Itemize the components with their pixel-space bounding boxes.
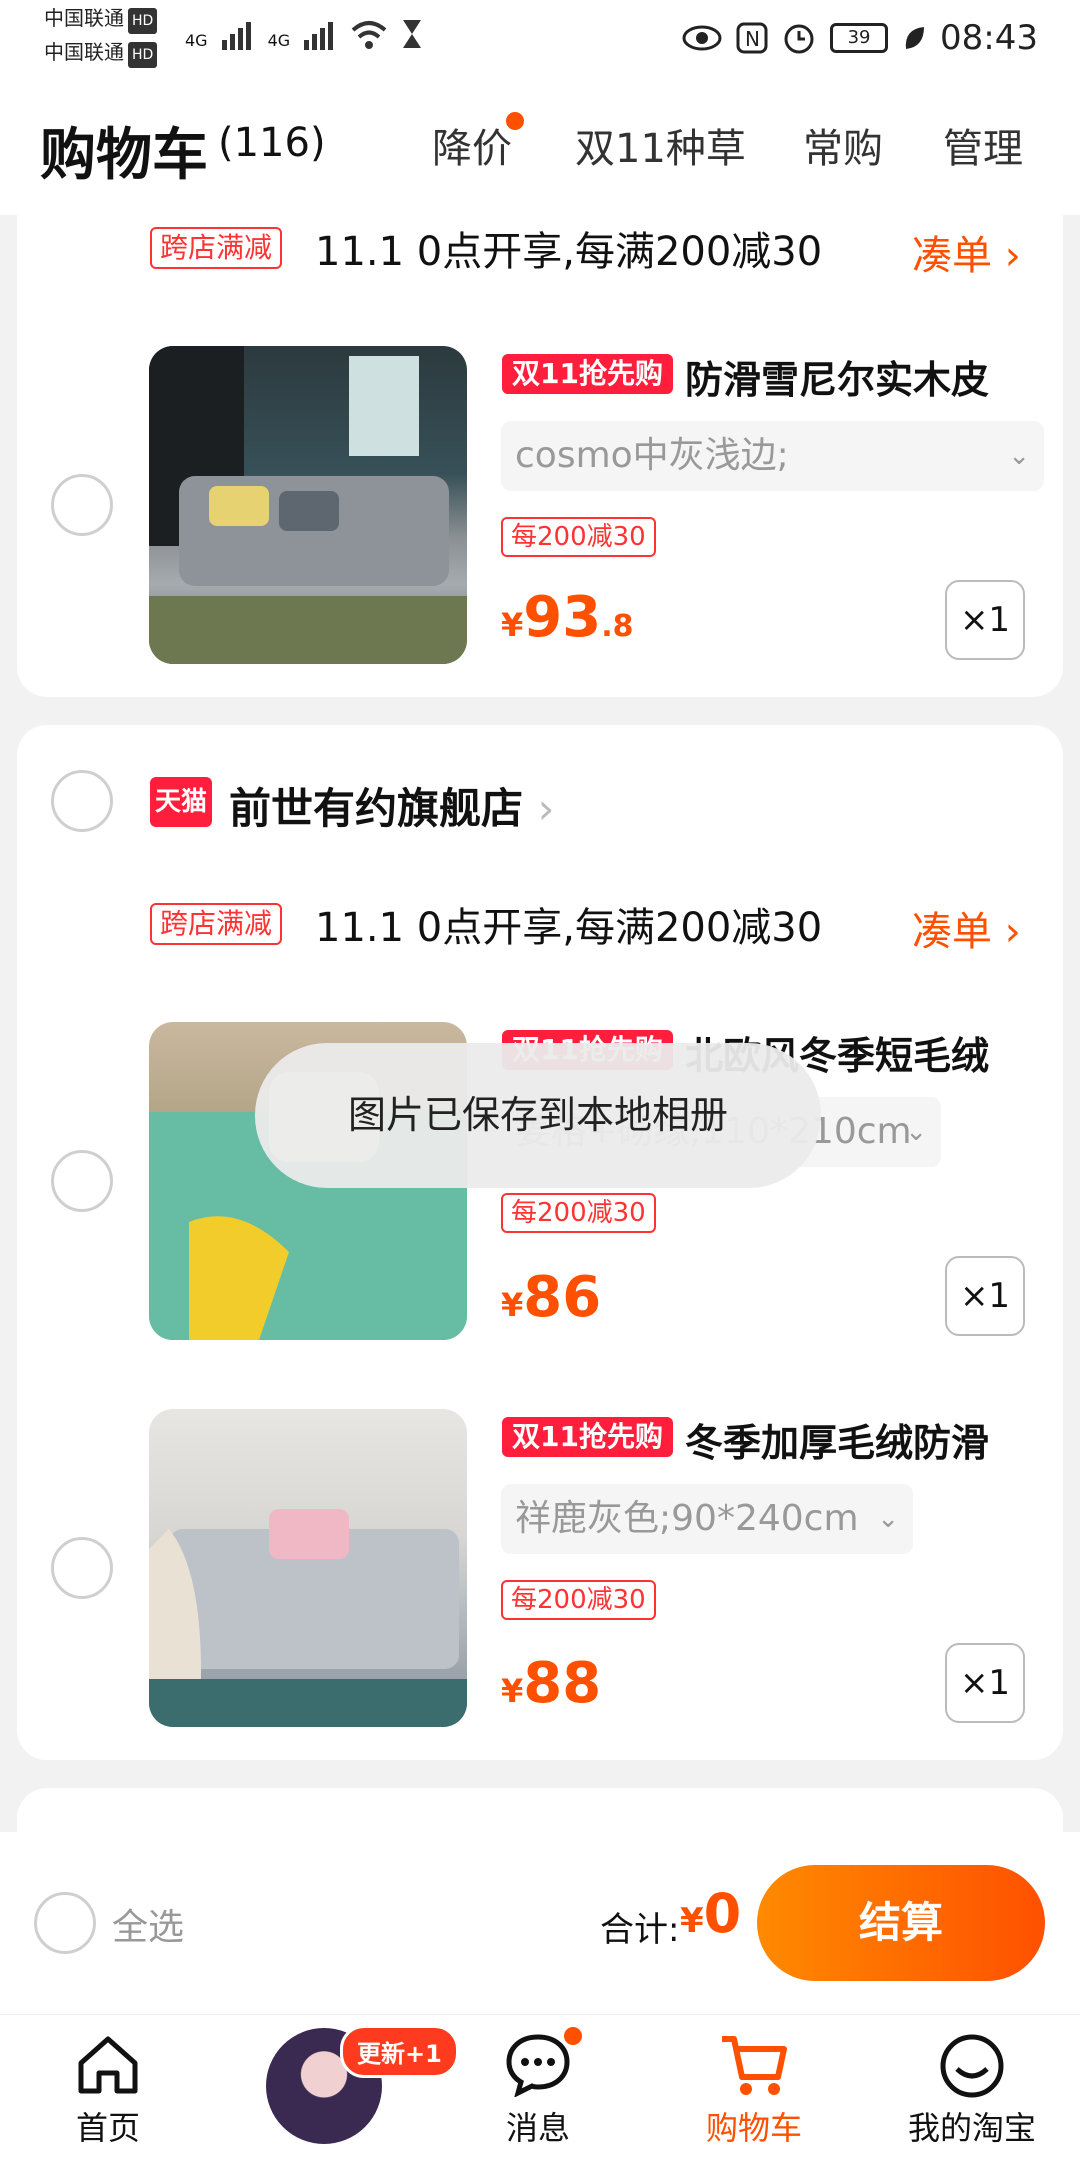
cart-store-card: 跨店满减 11.1 0点开享,每满200减30 凑单 › 双11抢先购 防滑雪尼… bbox=[17, 215, 1063, 697]
discount-tag: 每200减30 bbox=[501, 1193, 656, 1233]
item-checkbox[interactable] bbox=[51, 1537, 113, 1599]
cart-header: 购物车 (116) 降价 双11种草 常购 管理 bbox=[0, 80, 1080, 215]
discount-tag: 每200减30 bbox=[501, 1580, 656, 1620]
status-right: N 39 08:43 bbox=[682, 18, 1038, 58]
tab-manage[interactable]: 管理 bbox=[943, 116, 1023, 174]
product-name[interactable]: 冬季加厚毛绒防滑 bbox=[685, 1412, 989, 1467]
notification-dot bbox=[506, 112, 524, 130]
item-checkbox[interactable] bbox=[51, 474, 113, 536]
quantity-stepper[interactable]: ×1 bbox=[945, 1643, 1025, 1723]
product-price: ¥93.8 bbox=[501, 585, 634, 650]
wifi-icon bbox=[351, 21, 387, 49]
addon-link[interactable]: 凑单 › bbox=[912, 223, 1021, 281]
quantity-stepper[interactable]: ×1 bbox=[945, 580, 1025, 660]
nav-messages-label: 消息 bbox=[505, 2109, 570, 2147]
promo-text: 11.1 0点开享,每满200减30 bbox=[315, 905, 823, 951]
product-price: ¥86 bbox=[501, 1265, 602, 1330]
tmall-badge: 天猫 bbox=[150, 777, 212, 827]
store-checkbox[interactable] bbox=[51, 770, 113, 832]
nav-cart[interactable]: 购物车 bbox=[674, 2015, 834, 2160]
nav-cart-label: 购物车 bbox=[705, 2109, 802, 2147]
promo-badge: 双11抢先购 bbox=[502, 354, 673, 394]
addon-link[interactable]: 凑单 › bbox=[912, 899, 1021, 957]
carrier-2: 中国联通 HD bbox=[44, 40, 158, 68]
home-icon bbox=[78, 2036, 138, 2094]
total-value: ¥0 bbox=[680, 1882, 742, 1945]
promo-tag: 跨店满减 bbox=[150, 227, 283, 269]
svg-text:N: N bbox=[745, 27, 760, 51]
cart-icon bbox=[722, 2036, 787, 2095]
carrier-1: 中国联通 HD bbox=[44, 6, 158, 34]
cart-count: (116) bbox=[218, 120, 326, 166]
chevron-down-icon: ⌄ bbox=[905, 1117, 927, 1147]
alarm-icon bbox=[784, 24, 814, 54]
status-bar: 中国联通 HD 中国联通 HD 4G 4G N 39 08:43 bbox=[0, 0, 1080, 80]
nav-home-label: 首页 bbox=[75, 2109, 140, 2147]
tab-price-drop[interactable]: 降价 bbox=[432, 116, 512, 174]
chevron-down-icon: ⌄ bbox=[877, 1504, 899, 1534]
signal-icons: 4G 4G bbox=[185, 18, 424, 50]
toast-message: 图片已保存到本地相册 bbox=[255, 1043, 821, 1188]
page-title: 购物车 bbox=[40, 123, 208, 188]
product-price: ¥88 bbox=[501, 1651, 602, 1716]
eye-icon bbox=[682, 25, 722, 51]
leaf-icon bbox=[905, 27, 925, 49]
chevron-down-icon: ⌄ bbox=[1008, 441, 1030, 471]
promo-text: 11.1 0点开享,每满200减30 bbox=[315, 229, 823, 275]
sku-selector[interactable]: 祥鹿灰色;90*240cm ⌄ bbox=[501, 1484, 913, 1554]
discount-tag: 每200减30 bbox=[501, 517, 656, 557]
message-dot bbox=[564, 2027, 582, 2045]
item-checkbox[interactable] bbox=[51, 1150, 113, 1212]
store-name[interactable]: 前世有约旗舰店 › bbox=[229, 775, 554, 836]
checkout-bar: 全选 合计: ¥0 结算 bbox=[0, 1832, 1080, 2014]
battery-icon: 39 bbox=[830, 23, 889, 53]
product-name[interactable]: 防滑雪尼尔实木皮 bbox=[685, 349, 989, 404]
tab-frequent[interactable]: 常购 bbox=[803, 116, 883, 174]
checkout-button[interactable]: 结算 bbox=[757, 1865, 1045, 1981]
sku-selector[interactable]: cosmo中灰浅边; ⌄ bbox=[501, 421, 1044, 491]
nav-home[interactable]: 首页 bbox=[28, 2015, 188, 2160]
chat-icon bbox=[506, 2034, 570, 2097]
select-all-checkbox[interactable] bbox=[34, 1892, 96, 1954]
hourglass-icon bbox=[403, 20, 422, 48]
signal-icon bbox=[221, 22, 251, 50]
smile-icon bbox=[940, 2034, 1004, 2098]
total-label: 合计: bbox=[600, 1910, 680, 1950]
quantity-stepper[interactable]: ×1 bbox=[945, 1256, 1025, 1336]
nav-my-taobao[interactable]: 我的淘宝 bbox=[892, 2015, 1052, 2160]
promo-badge: 双11抢先购 bbox=[502, 1417, 673, 1457]
product-image[interactable] bbox=[149, 1409, 467, 1727]
signal-4g-label: 4G bbox=[185, 31, 208, 50]
signal-icon-2 bbox=[304, 22, 334, 50]
signal-4g-label-2: 4G bbox=[267, 31, 291, 50]
update-badge: 更新+1 bbox=[340, 2025, 459, 2078]
nav-messages[interactable]: 消息 bbox=[458, 2015, 618, 2160]
nav-my-taobao-label: 我的淘宝 bbox=[907, 2109, 1036, 2147]
chevron-right-icon: › bbox=[537, 784, 555, 833]
product-image[interactable] bbox=[149, 346, 467, 664]
sofa-image bbox=[149, 1509, 467, 1727]
bottom-nav: 首页 消息 购物车 我的淘宝 bbox=[0, 2014, 1080, 2160]
promo-tag: 跨店满减 bbox=[150, 903, 283, 945]
cart-store-card-2: 天猫 前世有约旗舰店 › 跨店满减 11.1 0点开享,每满200减30 凑单 … bbox=[17, 725, 1063, 1760]
tab-double11-picks[interactable]: 双11种草 bbox=[575, 116, 746, 174]
nfc-icon: N bbox=[736, 22, 768, 54]
sofa-image bbox=[149, 346, 467, 664]
select-all-label[interactable]: 全选 bbox=[112, 1898, 184, 1950]
clock: 08:43 bbox=[940, 18, 1038, 58]
